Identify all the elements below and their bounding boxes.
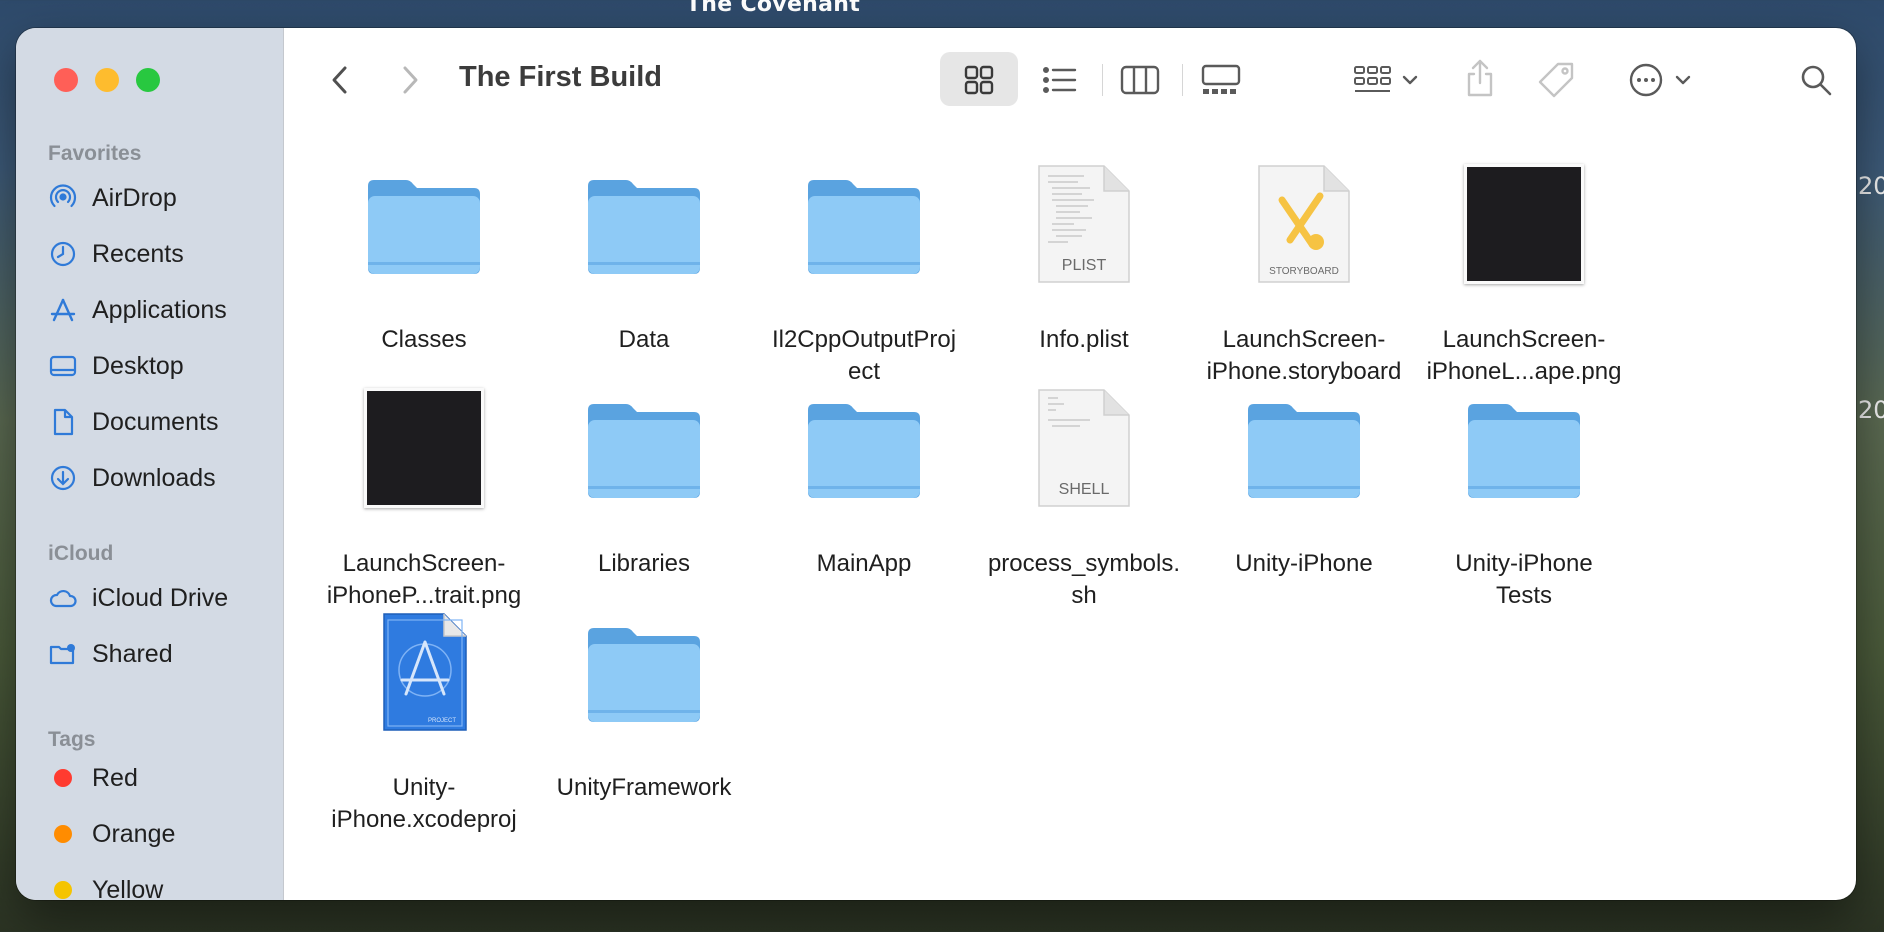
- file-name: Unity-iPhone Tests: [1455, 550, 1593, 609]
- shell-document-icon: SHELL: [979, 382, 1189, 514]
- file-name: Il2CppOutputProj ect: [771, 326, 957, 385]
- file-name: MainApp: [816, 550, 912, 577]
- finder-window: Favorites AirDrop Recents Applications D…: [16, 28, 1856, 900]
- xcode-project-icon: PROJECT: [319, 606, 529, 738]
- file-name: LaunchScreen-iPhoneP...trait.png: [326, 550, 522, 609]
- file-name: process_symbols. sh: [987, 550, 1181, 609]
- file-name: LaunchScreen-iPhoneL...ape.png: [1426, 326, 1622, 385]
- image-thumbnail: [319, 382, 529, 514]
- file-name: LaunchScreen-iPhone.storyboard: [1206, 326, 1402, 385]
- file-name: Info.plist: [1039, 326, 1129, 353]
- file-name: Data: [618, 326, 670, 353]
- folder-icon: [539, 382, 749, 514]
- storyboard-document-icon: STORYBOARD: [1199, 158, 1409, 290]
- plist-document-icon: PLIST: [979, 158, 1189, 290]
- wallpaper-title: The Covenant: [686, 0, 861, 17]
- file-name: Unity-iPhone.xcodeproj: [331, 774, 517, 833]
- wallpaper-edge-text: 20: [1858, 172, 1884, 200]
- folder-icon: [539, 158, 749, 290]
- file-name: UnityFramework: [556, 774, 732, 801]
- folder-icon: [759, 158, 969, 290]
- svg-text:SHELL: SHELL: [1059, 481, 1110, 498]
- wallpaper-edge-text: 20: [1858, 396, 1884, 424]
- folder-icon: [539, 606, 749, 738]
- file-name: Unity-iPhone: [1235, 550, 1373, 577]
- svg-text:PLIST: PLIST: [1062, 257, 1107, 274]
- folder-icon: [759, 382, 969, 514]
- folder-icon: [1419, 382, 1629, 514]
- image-thumbnail: [1419, 158, 1629, 290]
- file-name: Libraries: [597, 550, 691, 577]
- file-grid: Classes Data Il2CppOutputProj ect PLIST …: [16, 28, 1856, 900]
- svg-text:STORYBOARD: STORYBOARD: [1269, 266, 1339, 277]
- svg-text:PROJECT: PROJECT: [428, 718, 456, 724]
- folder-icon: [319, 158, 529, 290]
- folder-icon: [1199, 382, 1409, 514]
- file-name: Classes: [381, 326, 467, 353]
